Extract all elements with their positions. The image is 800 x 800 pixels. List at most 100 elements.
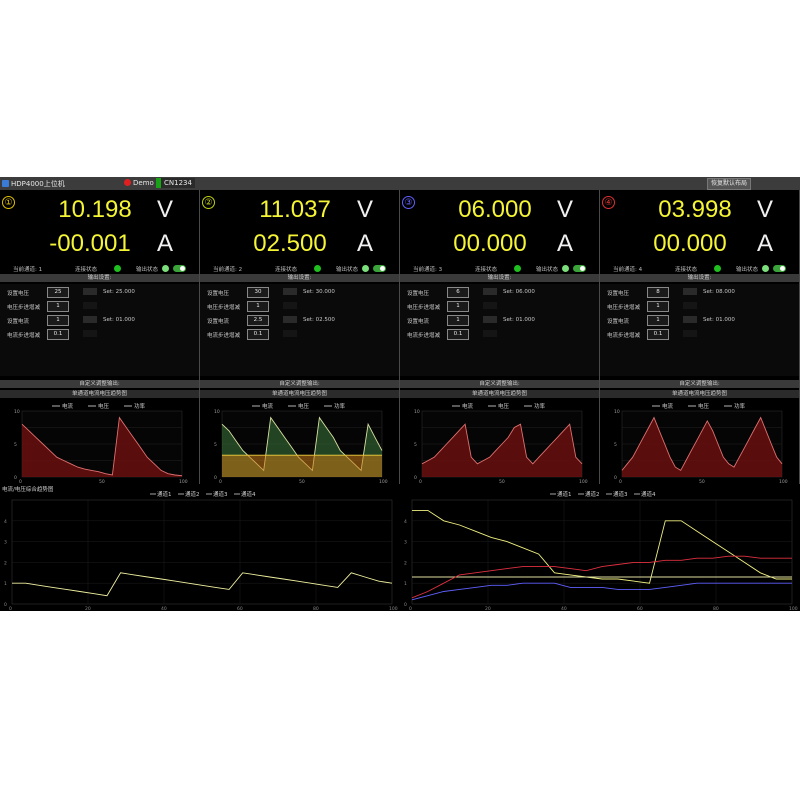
set-current-label: 设置电流 — [207, 319, 230, 325]
voltage-step-input[interactable]: 1 — [447, 301, 469, 312]
connection-status-label: 连接状态 — [675, 267, 698, 273]
voltage-step-input[interactable]: 1 — [247, 301, 269, 312]
x-tick-label: 60 — [637, 606, 643, 611]
legend-label: 通道2 — [585, 490, 600, 498]
legend-label: 功率 — [534, 402, 546, 410]
set-voltage-input[interactable]: 30 — [247, 287, 269, 298]
single-trend-title: 单通道电流电压趋势图 — [200, 390, 399, 398]
output-settings-panel: 设置电压 8 Set: 08.000 电压步进增减 1 设置电流 1 Set: 01.00… — [600, 284, 799, 376]
legend-label: 通道4 — [641, 490, 656, 498]
y-tick-label: 0 — [214, 475, 217, 481]
legend-label: 电流 — [462, 402, 474, 410]
output-status-icon — [562, 265, 569, 272]
x-tick-label: 100 — [389, 606, 398, 611]
set-current-input[interactable]: 2.5 — [247, 315, 269, 326]
legend-label: 电流 — [262, 402, 274, 410]
legend-label: 电压 — [298, 402, 310, 410]
set-voltage-row: 设置电压 6 Set: 06.000 — [400, 286, 599, 298]
set-current-input[interactable]: 1 — [647, 315, 669, 326]
x-tick-label: 100 — [789, 606, 798, 611]
set-voltage-input[interactable]: 25 — [47, 287, 69, 298]
voltage-step-input[interactable]: 1 — [47, 301, 69, 312]
output-status-label: 输出状态 — [736, 267, 759, 273]
blurred-field — [483, 288, 497, 295]
x-tick-label: 20 — [485, 606, 491, 611]
y-tick-label: 0 — [14, 475, 17, 481]
connection-status-label: 连接状态 — [275, 267, 298, 273]
legend-label: 通道1 — [557, 490, 572, 498]
voltage-step-input[interactable]: 1 — [647, 301, 669, 312]
demo-label: Demo — [133, 179, 154, 187]
single-trend-chart: 电流 电压 功率0 50 1000510 — [414, 402, 588, 485]
auto-adjust-header[interactable]: 自定义调整输出: — [400, 380, 599, 388]
auto-adjust-header[interactable]: 自定义调整输出: — [200, 380, 399, 388]
app-window: HDP4000上位机 Demo CN1234 恢复默认布局 ① 10.198 V… — [0, 177, 800, 611]
blurred-field — [83, 302, 97, 309]
voltage-step-row: 电压步进增减 1 — [400, 300, 599, 312]
set-voltage-input[interactable]: 6 — [447, 287, 469, 298]
set-current-readback: Set: 01.000 — [703, 317, 735, 323]
status-row: 当前通道: 3 连接状态 输出状态 — [400, 262, 599, 274]
y-tick-label: 5 — [14, 442, 17, 448]
y-tick-label: 0 — [614, 475, 617, 481]
set-voltage-readback: Set: 06.000 — [503, 289, 535, 295]
current-channel-label: 当前通道: 2 — [213, 267, 243, 273]
restore-layout-button[interactable]: 恢复默认布局 — [707, 178, 752, 190]
status-row: 当前通道: 4 连接状态 输出状态 — [600, 262, 799, 274]
channel-number-badge: ③ — [402, 196, 415, 209]
set-voltage-row: 设置电压 25 Set: 25.000 — [0, 286, 199, 298]
set-current-input[interactable]: 1 — [47, 315, 69, 326]
set-current-label: 设置电流 — [607, 319, 630, 325]
output-toggle[interactable] — [573, 265, 586, 272]
voltage-area — [222, 455, 382, 477]
legend-label: 通道4 — [241, 490, 256, 498]
voltage-unit: V — [357, 196, 374, 223]
blurred-field — [483, 302, 497, 309]
current-readout: -00.001 — [49, 230, 131, 257]
output-settings-header: 输出设置: — [400, 274, 599, 282]
voltage-unit: V — [157, 196, 174, 223]
status-row: 当前通道: 1 连接状态 输出状态 — [0, 262, 199, 274]
legend-label: 功率 — [134, 402, 146, 410]
single-trend-chart: 电流 电压 功率0 50 1000510 — [14, 402, 188, 485]
output-toggle[interactable] — [773, 265, 786, 272]
blurred-field — [683, 302, 697, 309]
set-voltage-label: 设置电压 — [407, 291, 430, 297]
y-tick-label: 5 — [414, 442, 417, 448]
channel-panel: ③ 06.000 V 00.000 A 当前通道: 3 连接状态 输出状态 输出… — [400, 190, 600, 485]
y-tick-label: 10 — [214, 409, 220, 415]
set-current-row: 设置电流 1 Set: 01.000 — [400, 314, 599, 326]
voltage-unit: V — [557, 196, 574, 223]
y-tick-label: 10 — [414, 409, 420, 415]
current-channel-label: 当前通道: 4 — [613, 267, 643, 273]
output-toggle[interactable] — [373, 265, 386, 272]
legend-label: 功率 — [334, 402, 346, 410]
current-step-row: 电流步进增减 0.1 — [400, 328, 599, 340]
blurred-field — [283, 330, 297, 337]
record-icon — [124, 179, 131, 186]
x-tick-label: 80 — [313, 606, 319, 611]
set-current-input[interactable]: 1 — [447, 315, 469, 326]
x-tick-label: 40 — [161, 606, 167, 611]
voltage-unit: V — [757, 196, 774, 223]
connection-status-icon — [714, 265, 721, 272]
auto-adjust-header[interactable]: 自定义调整输出: — [600, 380, 799, 388]
output-settings-header: 输出设置: — [600, 274, 799, 282]
set-voltage-readback: Set: 30.000 — [303, 289, 335, 295]
set-current-readback: Set: 01.000 — [503, 317, 535, 323]
port-selector[interactable]: CN1234 — [156, 178, 195, 188]
auto-adjust-header[interactable]: 自定义调整输出: — [0, 380, 199, 388]
current-step-input[interactable]: 0.1 — [247, 329, 269, 340]
y-tick-label: 2 — [404, 560, 407, 566]
y-tick-label: 10 — [14, 409, 20, 415]
legend-label: 电压 — [498, 402, 510, 410]
single-trend-chart: 电流 电压 功率0 50 1000510 — [614, 402, 788, 485]
current-unit: A — [757, 230, 774, 257]
output-toggle[interactable] — [173, 265, 186, 272]
current-step-input[interactable]: 0.1 — [447, 329, 469, 340]
set-voltage-input[interactable]: 8 — [647, 287, 669, 298]
current-step-input[interactable]: 0.1 — [47, 329, 69, 340]
demo-indicator[interactable]: Demo — [124, 179, 154, 187]
legend-label: 电流 — [62, 402, 74, 410]
current-step-input[interactable]: 0.1 — [647, 329, 669, 340]
